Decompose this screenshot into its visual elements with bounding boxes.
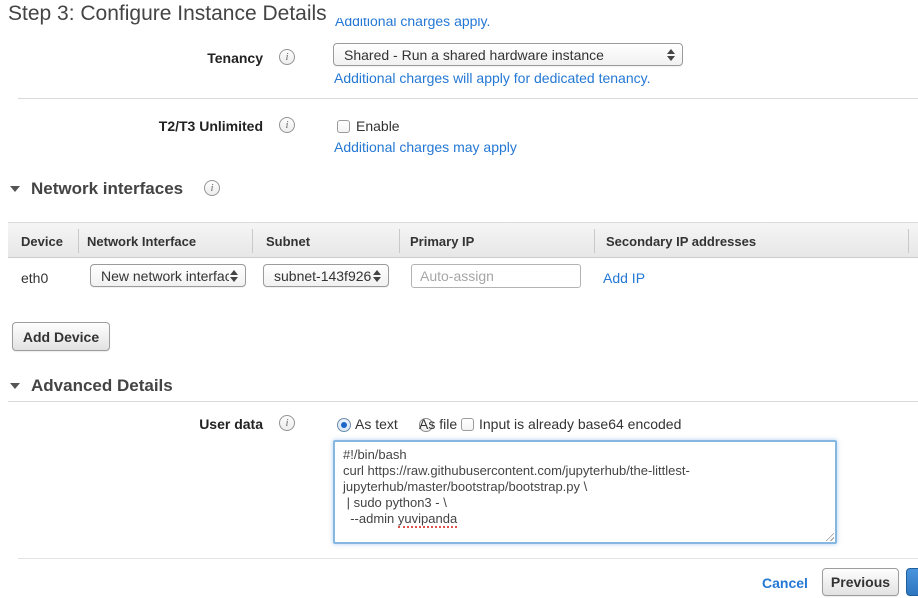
device-name: eth0 [21, 270, 48, 286]
user-data-line: curl https://raw.githubusercontent.com/j… [343, 463, 827, 479]
base64-checkbox-label: Input is already base64 encoded [479, 416, 681, 432]
column-divider [594, 229, 595, 253]
resize-handle-icon[interactable] [823, 530, 834, 541]
base64-checkbox[interactable] [461, 418, 474, 431]
primary-ip-input[interactable] [411, 264, 581, 288]
enable-checkbox-label: Enable [356, 118, 400, 134]
tenancy-select-value: Shared - Run a shared hardware instance [334, 47, 666, 63]
tenancy-charges-link[interactable]: Additional charges will apply for dedica… [334, 70, 650, 86]
column-network-interface: Network Interface [87, 234, 196, 249]
subnet-select[interactable]: subnet-143f9263 [263, 264, 389, 287]
misspelled-word: yuvipanda [398, 511, 457, 528]
interfaces-table-header: Device Network Interface Subnet Primary … [8, 222, 918, 258]
tenancy-label: Tenancy [103, 50, 263, 66]
tenancy-info-icon[interactable] [279, 49, 295, 65]
user-data-textarea[interactable]: #!/bin/bash curl https://raw.githubuserc… [333, 440, 837, 544]
divider [18, 558, 918, 559]
column-divider [908, 229, 909, 253]
subnet-select-value: subnet-143f9263 [264, 268, 372, 284]
select-arrows-icon [229, 270, 245, 282]
column-divider [399, 229, 400, 253]
user-data-info-icon[interactable] [279, 415, 295, 431]
cancel-link[interactable]: Cancel [762, 575, 808, 591]
additional-charges-apply-link[interactable]: Additional charges apply. [335, 18, 515, 29]
user-data-line: jupyterhub/master/bootstrap/bootstrap.py… [343, 479, 827, 495]
t2t3-unlimited-label: T2/T3 Unlimited [103, 118, 263, 134]
add-device-button[interactable]: Add Device [12, 322, 110, 351]
as-text-radio-label: As text [355, 416, 398, 432]
select-arrows-icon [372, 270, 388, 282]
user-data-label: User data [103, 416, 263, 432]
column-device: Device [21, 234, 63, 249]
page-title: Step 3: Configure Instance Details [8, 2, 327, 26]
divider [18, 98, 918, 99]
user-data-line: #!/bin/bash [343, 447, 827, 463]
column-divider [78, 229, 79, 253]
admin-flag-text: --admin [343, 511, 398, 526]
user-data-line: | sudo python3 - \ [343, 495, 827, 511]
network-interface-select-value: New network interface [91, 268, 229, 284]
user-data-line: --admin yuvipanda [343, 511, 827, 527]
column-primary-ip: Primary IP [410, 234, 474, 249]
enable-checkbox[interactable] [337, 120, 350, 133]
network-interfaces-title: Network interfaces [31, 179, 183, 199]
advanced-details-title: Advanced Details [31, 376, 173, 396]
divider [8, 401, 918, 402]
network-interface-select[interactable]: New network interface [90, 264, 246, 287]
column-secondary-ip: Secondary IP addresses [606, 234, 756, 249]
advanced-details-collapse-icon[interactable] [10, 383, 20, 389]
column-divider [252, 229, 253, 253]
network-interfaces-collapse-icon[interactable] [10, 186, 20, 192]
column-subnet: Subnet [266, 234, 310, 249]
configure-instance-page: Additional charges apply. Step 3: Config… [0, 0, 918, 598]
next-button[interactable] [906, 568, 918, 596]
t2t3-charges-link[interactable]: Additional charges may apply [334, 139, 517, 155]
t2t3-info-icon[interactable] [279, 117, 295, 133]
tenancy-select[interactable]: Shared - Run a shared hardware instance [333, 43, 683, 66]
select-arrows-icon [666, 49, 682, 61]
as-text-radio[interactable] [337, 418, 351, 432]
add-ip-link[interactable]: Add IP [603, 270, 645, 286]
as-file-radio-label: As file [419, 416, 457, 432]
clipped-link-container: Additional charges apply. [335, 18, 515, 31]
network-interfaces-info-icon[interactable] [204, 180, 220, 196]
previous-button[interactable]: Previous [822, 568, 899, 596]
